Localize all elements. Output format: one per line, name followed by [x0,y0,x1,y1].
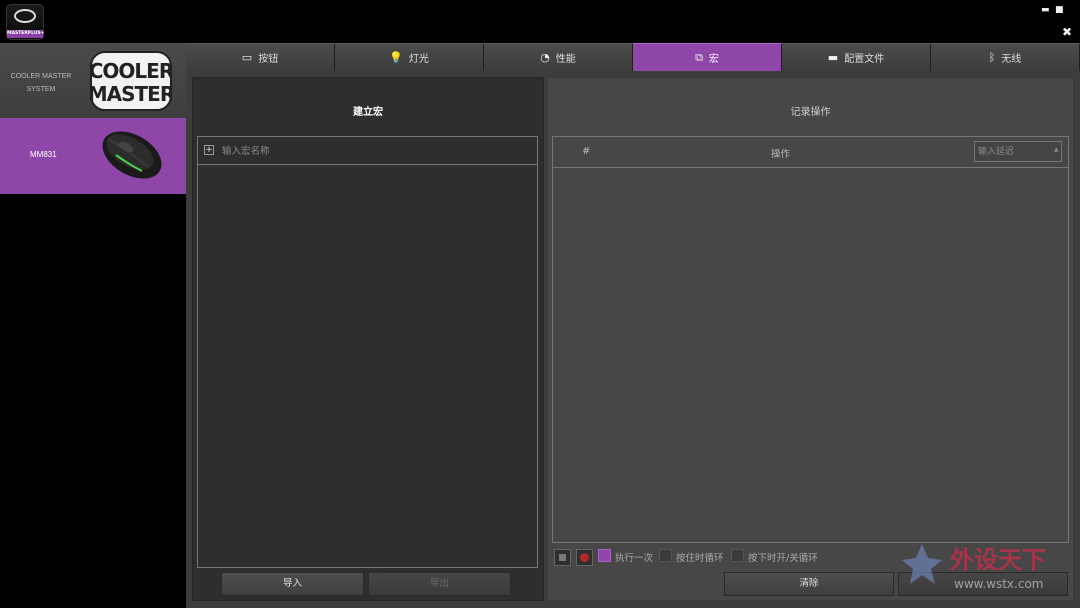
mode-loop-hold-label: 按住时循环 [676,553,724,564]
add-macro-icon[interactable]: + [204,145,214,155]
app-logo[interactable]: MASTERPLUS+ [6,4,44,40]
tab-performance[interactable]: ◔ 性能 [484,43,633,71]
tab-label: 无线 [1001,54,1022,65]
record-icon [580,553,589,562]
tab-buttons[interactable]: ▭ 按钮 [186,43,335,71]
device-sidebar: COOLER MASTER SYSTEM COOLER MASTER MM831 [0,43,186,608]
record-button[interactable] [576,549,593,566]
action-table-header: # 操作 ▲ [553,137,1068,168]
delay-spin-icon[interactable]: ▲ [1054,146,1059,153]
record-actions-panel: 记录操作 # 操作 ▲ 执行一次 按住时循环 按下时开/关循环 清除 [547,77,1074,601]
import-button[interactable]: 导入 [221,572,364,596]
maximize-button[interactable]: ■ [1055,5,1064,15]
create-macro-panel: 建立宏 + 导入 导出 [192,77,544,601]
close-button[interactable]: ✖ [1062,25,1072,39]
mode-run-once-checkbox[interactable] [598,549,611,562]
device-name: MM831 [30,150,57,159]
stop-icon [559,554,566,561]
stop-record-button[interactable] [554,549,571,566]
button-icon: ▭ [241,51,253,64]
clear-button[interactable]: 清除 [724,572,894,596]
create-macro-title: 建立宏 [353,107,383,118]
tab-label: 性能 [555,54,576,65]
tab-label: 配置文件 [844,54,885,65]
main-tabs: ▭ 按钮 💡 灯光 ◔ 性能 ⧉ 宏 ▬ 配置文件 ᛒ 无线 [186,43,1080,71]
app-logo-disc [14,9,36,23]
app-brand-label: MASTERPLUS+ [7,30,45,38]
title-bar: MASTERPLUS+ ▬ ■ ✖ [0,0,1080,42]
minimize-button[interactable]: ▬ [1041,5,1050,15]
light-bulb-icon: 💡 [389,51,403,64]
cooler-master-logo: COOLER MASTER [90,51,172,111]
mode-run-once-label: 执行一次 [615,553,654,564]
macro-page: 建立宏 + 导入 导出 记录操作 # 操作 ▲ 执行一次 按住时循环 按下时开/… [186,71,1080,608]
macro-icon: ⧉ [695,50,703,64]
column-action: 操作 [771,149,791,160]
column-number: # [582,146,591,157]
macro-name-row: + [198,137,537,165]
svg-text:COOLER: COOLER [90,59,172,83]
tab-macro[interactable]: ⧉ 宏 [633,43,782,71]
export-button[interactable]: 导出 [368,572,511,596]
macro-name-input[interactable] [220,141,524,161]
tab-label: 按钮 [258,54,279,65]
mouse-image [102,131,162,179]
bluetooth-icon: ᛒ [988,51,996,64]
mode-toggle-loop-checkbox[interactable] [731,549,744,562]
device-card-mm831[interactable]: MM831 [0,118,186,194]
tab-lighting[interactable]: 💡 灯光 [335,43,484,71]
tab-profiles[interactable]: ▬ 配置文件 [782,43,931,71]
tab-label: 宏 [708,54,719,65]
svg-text:MASTER: MASTER [90,82,172,106]
mode-toggle-loop-label: 按下时开/关循环 [748,553,818,564]
system-label: COOLER MASTER SYSTEM [10,73,72,93]
delay-input[interactable] [974,141,1062,162]
record-actions-title: 记录操作 [790,107,831,118]
tab-wireless[interactable]: ᛒ 无线 [931,43,1080,71]
system-card[interactable]: COOLER MASTER SYSTEM COOLER MASTER [0,43,186,119]
macro-list[interactable]: + [197,136,538,568]
action-table[interactable]: # 操作 ▲ [552,136,1069,543]
mode-loop-hold-checkbox[interactable] [659,549,672,562]
tab-label: 灯光 [408,54,429,65]
profile-icon: ▬ [827,51,839,64]
performance-gauge-icon: ◔ [540,51,550,64]
save-macro-button[interactable] [898,572,1068,596]
